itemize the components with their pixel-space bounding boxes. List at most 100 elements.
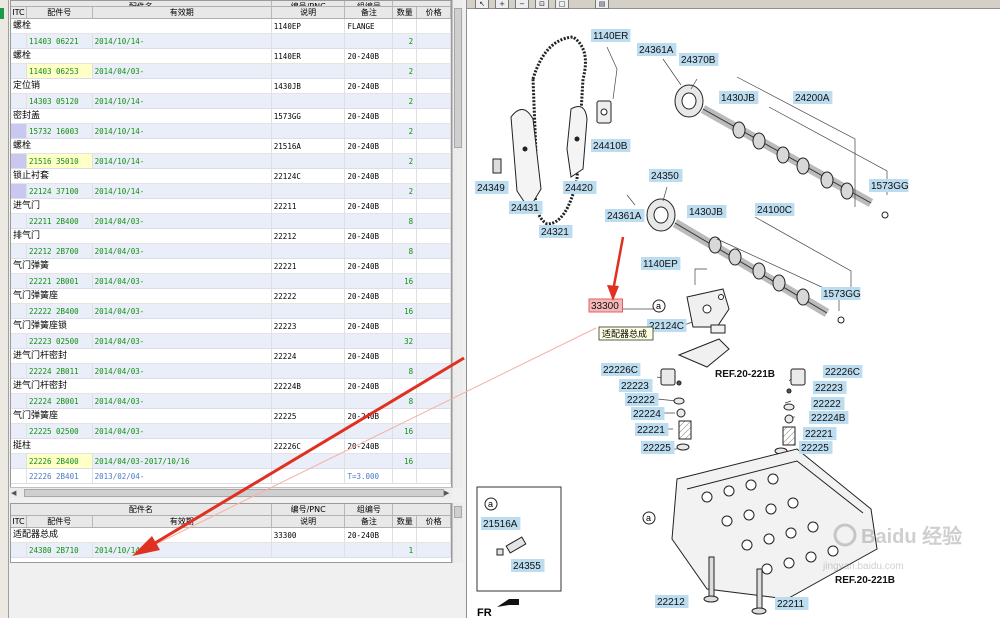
callout-33300[interactable]: 33300: [591, 301, 619, 312]
selected-table-vscroll[interactable]: [452, 503, 463, 563]
callout-24321[interactable]: 24321: [541, 227, 569, 238]
table-row[interactable]: 气门弹簧座 22222 20-240B: [11, 289, 451, 304]
table-row[interactable]: 螺栓 21516A 20-240B: [11, 139, 451, 154]
callout-21516a[interactable]: 21516A: [483, 519, 518, 530]
table-row[interactable]: 22226 2B401 2013/02/04- T=3.000: [11, 469, 451, 484]
table-row[interactable]: 22222 2B400 2014/04/03- 16: [11, 304, 451, 319]
col-pnc[interactable]: 编号/PNC: [272, 1, 346, 6]
callout-22223[interactable]: 22223: [621, 381, 649, 392]
zoom-out-icon[interactable]: −: [515, 0, 529, 9]
table-row[interactable]: 螺栓 1140ER 20-240B: [11, 49, 451, 64]
table-row[interactable]: 进气门 22211 20-240B: [11, 199, 451, 214]
callout-22225[interactable]: 22225: [801, 443, 829, 454]
col-remark[interactable]: 备注: [345, 7, 394, 18]
callout-24410b[interactable]: 24410B: [593, 141, 628, 152]
table-row[interactable]: 11403 06221 2014/10/14- 2: [11, 34, 451, 49]
callout-22211[interactable]: 22211: [777, 599, 805, 610]
zoom-in-icon[interactable]: +: [495, 0, 509, 9]
table-row[interactable]: 11403 06253 2014/04/03- 2: [11, 64, 451, 79]
table-row[interactable]: 22226 2B400 2014/04/03-2017/10/16 16: [11, 454, 451, 469]
table-row[interactable]: 21516 35010 2014/10/14- 2: [11, 154, 451, 169]
col-part-number[interactable]: 配件号: [27, 7, 93, 18]
parts-table-hscroll[interactable]: ◀ ▶: [10, 487, 452, 498]
callout-22226c[interactable]: 22226C: [603, 365, 638, 376]
table-row[interactable]: 挺柱 22226C 20-240B: [11, 439, 451, 454]
callout-24355[interactable]: 24355: [513, 561, 541, 572]
table-row[interactable]: 适配器总成 33300 20-240B: [11, 528, 451, 543]
zoom-window-icon[interactable]: □: [555, 0, 569, 9]
callout-1140ep[interactable]: 1140EP: [643, 259, 678, 270]
col-part-name[interactable]: 配件名: [11, 1, 272, 6]
zoom-fit-icon[interactable]: ⊡: [535, 0, 549, 9]
table-row[interactable]: 进气门杆密封 22224 20-240B: [11, 349, 451, 364]
col-itc[interactable]: ITC: [11, 516, 27, 527]
callout-22212[interactable]: 22212: [657, 597, 685, 608]
callout-24361a[interactable]: 24361A: [639, 45, 674, 56]
callout-24349[interactable]: 24349: [477, 183, 505, 194]
col-price[interactable]: 价格: [417, 7, 451, 18]
scroll-right-icon[interactable]: ▶: [444, 488, 449, 498]
callout-24350[interactable]: 24350: [651, 171, 679, 182]
callout-22223[interactable]: 22223: [815, 383, 843, 394]
callout-1430jb[interactable]: 1430JB: [721, 93, 755, 104]
callout-22222[interactable]: 22222: [813, 399, 841, 410]
col-part-number[interactable]: 配件号: [27, 516, 93, 527]
col-quantity[interactable]: 数量: [393, 7, 418, 18]
table-row[interactable]: 气门弹簧 22221 20-240B: [11, 259, 451, 274]
col-valid-date[interactable]: 有效期: [93, 516, 272, 527]
col-part-name[interactable]: 配件名: [11, 504, 272, 515]
scroll-thumb[interactable]: [454, 506, 462, 518]
callout-24200a[interactable]: 24200A: [795, 93, 830, 104]
callout-22221[interactable]: 22221: [637, 425, 665, 436]
col-valid-date[interactable]: 有效期: [93, 7, 272, 18]
col-quantity[interactable]: 数量: [393, 516, 418, 527]
table-row[interactable]: 进气门杆密封 22224B 20-240B: [11, 379, 451, 394]
callout-1430jb[interactable]: 1430JB: [689, 207, 723, 218]
hscroll-thumb[interactable]: [24, 489, 444, 497]
col-remark[interactable]: 备注: [345, 516, 394, 527]
table-row[interactable]: 22211 2B400 2014/04/03- 8: [11, 214, 451, 229]
scroll-thumb[interactable]: [454, 8, 462, 148]
col-group[interactable]: 组编号: [345, 504, 394, 515]
table-row[interactable]: 22124 37100 2014/10/14- 2: [11, 184, 451, 199]
table-row[interactable]: 气门弹簧座 22225 20-240B: [11, 409, 451, 424]
table-row[interactable]: 22223 02500 2014/04/03- 32: [11, 334, 451, 349]
callout-24100c[interactable]: 24100C: [757, 205, 792, 216]
col-price[interactable]: 价格: [417, 516, 451, 527]
scroll-left-icon[interactable]: ◀: [11, 488, 16, 498]
callout-24420[interactable]: 24420: [565, 183, 593, 194]
callout-ref-20-221b[interactable]: REF.20-221B: [835, 575, 895, 586]
callout-22224b[interactable]: 22224B: [811, 413, 846, 424]
parts-table-vscroll[interactable]: [452, 0, 463, 488]
callout-22226c[interactable]: 22226C: [825, 367, 860, 378]
callout-22221[interactable]: 22221: [805, 429, 833, 440]
col-group[interactable]: 组编号: [345, 1, 394, 6]
callout-24431[interactable]: 24431: [511, 203, 539, 214]
callout-24370b[interactable]: 24370B: [681, 55, 716, 66]
callout-24361a[interactable]: 24361A: [607, 211, 642, 222]
table-row[interactable]: 螺栓 1140EP FLANGE: [11, 19, 451, 34]
table-row[interactable]: 定位销 1430JB 20-240B: [11, 79, 451, 94]
callout-22225[interactable]: 22225: [643, 443, 671, 454]
callout-1573gg[interactable]: 1573GG: [871, 181, 909, 192]
col-pnc[interactable]: 编号/PNC: [272, 504, 346, 515]
callout-ref-20-221b[interactable]: REF.20-221B: [715, 369, 775, 380]
callout-22224[interactable]: 22224: [633, 409, 661, 420]
table-row[interactable]: 排气门 22212 20-240B: [11, 229, 451, 244]
table-row[interactable]: 15732 16003 2014/10/14- 2: [11, 124, 451, 139]
table-row[interactable]: 锁止衬套 22124C 20-240B: [11, 169, 451, 184]
table-row[interactable]: 22221 2B001 2014/04/03- 16: [11, 274, 451, 289]
callout-22124c[interactable]: 22124C: [649, 321, 684, 332]
print-icon[interactable]: ▤: [595, 0, 609, 9]
col-itc[interactable]: ITC: [11, 7, 27, 18]
side-tab-marker[interactable]: [0, 8, 4, 19]
col-description[interactable]: 说明: [272, 516, 346, 527]
table-row[interactable]: 14303 05120 2014/10/14- 2: [11, 94, 451, 109]
callout-1140er[interactable]: 1140ER: [593, 31, 628, 42]
col-description[interactable]: 说明: [272, 7, 346, 18]
table-row[interactable]: 22224 2B011 2014/04/03- 8: [11, 364, 451, 379]
callout-22222[interactable]: 22222: [627, 395, 655, 406]
table-row[interactable]: 22224 2B001 2014/04/03- 8: [11, 394, 451, 409]
callout-1573gg[interactable]: 1573GG: [823, 289, 861, 300]
table-row[interactable]: 密封盖 1573GG 20-240B: [11, 109, 451, 124]
